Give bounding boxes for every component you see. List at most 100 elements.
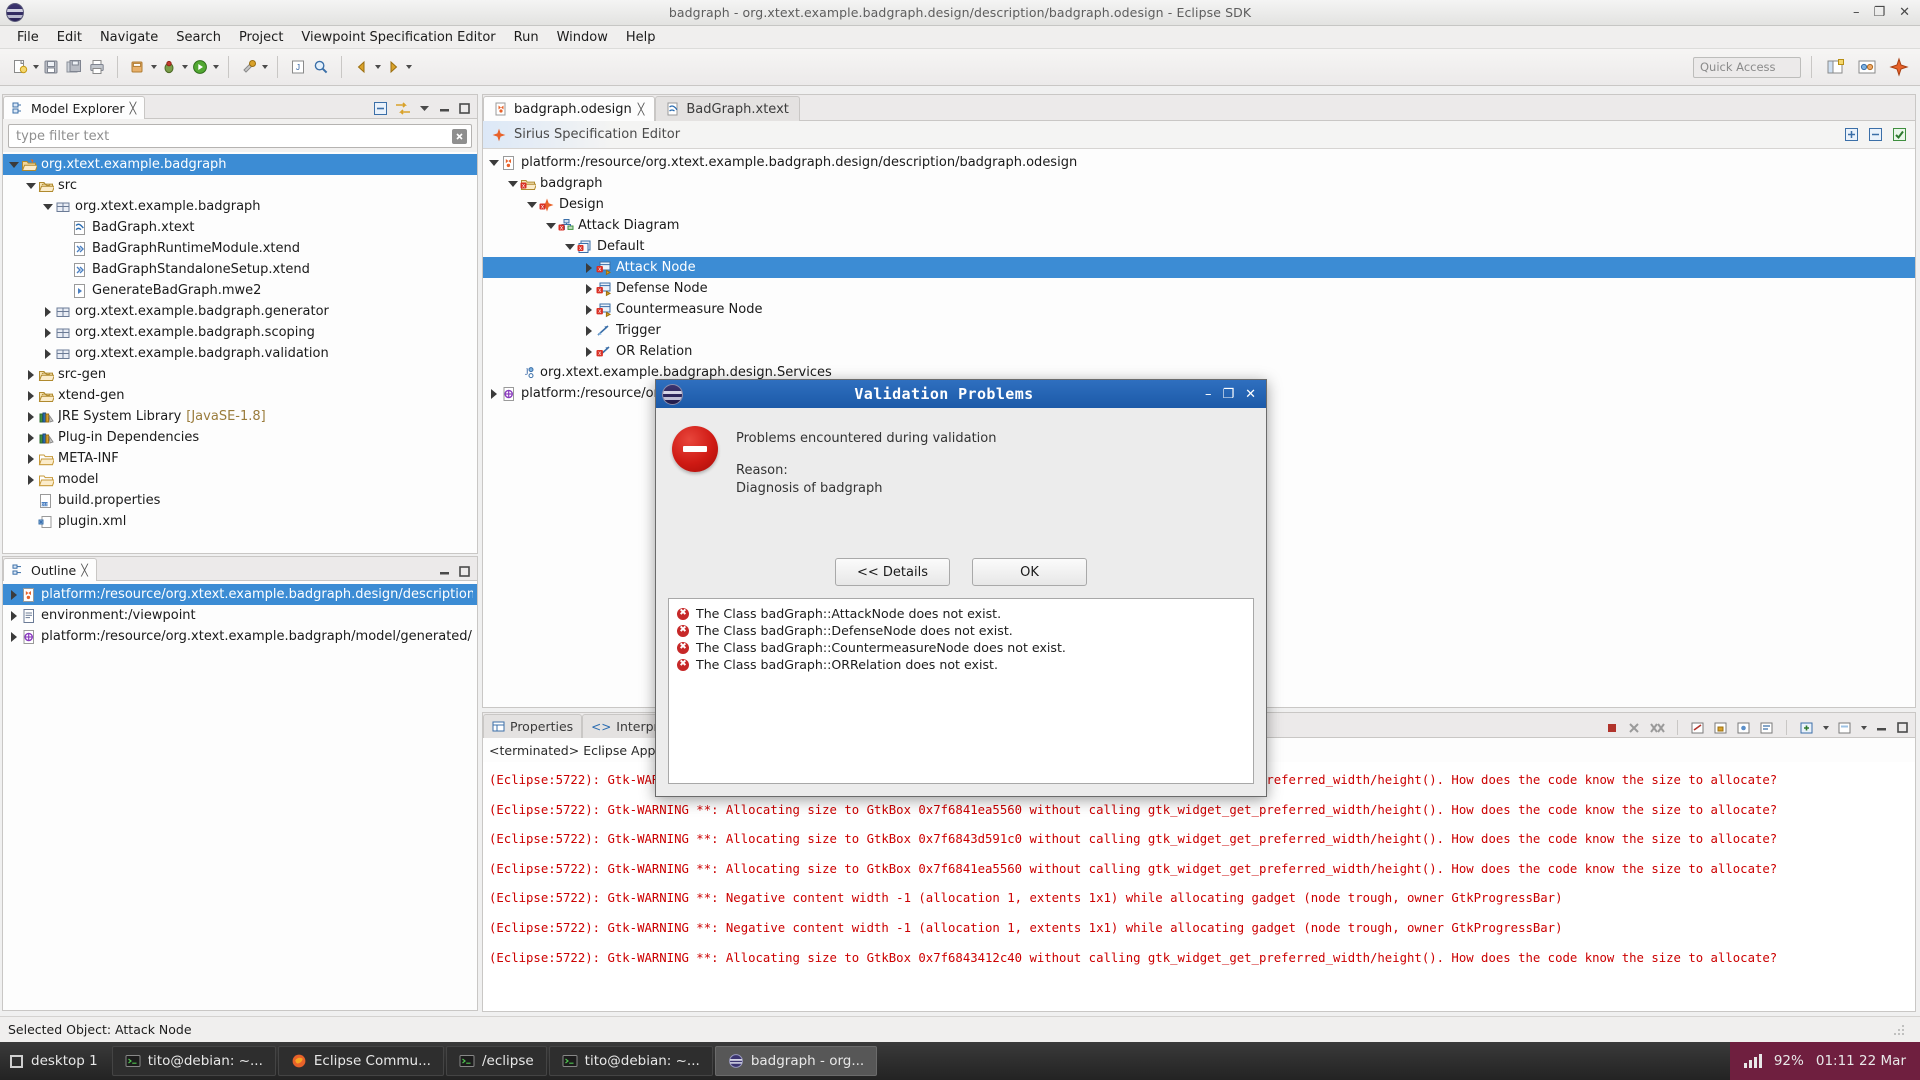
window-minimize-button[interactable]: – — [1853, 6, 1860, 19]
pin-console-icon[interactable] — [1736, 721, 1751, 735]
sirius-perspective-icon[interactable] — [1886, 54, 1912, 80]
tree-row[interactable]: 010 build.properties — [3, 490, 477, 511]
save-icon[interactable] — [40, 56, 62, 78]
tab-outline[interactable]: Outline ╳ — [3, 558, 97, 581]
dialog-close-button[interactable]: ✕ — [1245, 387, 1256, 402]
validation-problems-dialog[interactable]: Validation Problems – ❐ ✕ Problems encou… — [655, 379, 1267, 797]
menu-item-run[interactable]: Run — [505, 28, 548, 47]
menu-item-viewpoint-specification-editor[interactable]: Viewpoint Specification Editor — [292, 28, 504, 47]
expand-arrow-icon[interactable] — [24, 473, 37, 486]
model-explorer-tree[interactable]: org.xtext.example.badgraph src org.xtext.e… — [3, 152, 477, 553]
ok-button[interactable]: OK — [972, 558, 1087, 586]
outline-tree[interactable]: platform:/resource/org.xtext.example.bad… — [3, 581, 477, 1010]
collapse-arrow-icon[interactable] — [506, 177, 519, 190]
run-dropdown-icon[interactable] — [213, 65, 219, 69]
maximize-console-icon[interactable] — [1896, 721, 1909, 734]
new-wizard-dropdown-icon[interactable] — [33, 65, 39, 69]
tree-row[interactable]: BadGraphStandaloneSetup.xtend — [3, 259, 477, 280]
window-close-button[interactable]: ✕ — [1899, 6, 1910, 19]
menu-item-edit[interactable]: Edit — [48, 28, 91, 47]
expand-arrow-icon[interactable] — [24, 410, 37, 423]
display-console-dropdown-icon[interactable] — [1861, 725, 1867, 730]
expand-arrow-icon[interactable] — [24, 368, 37, 381]
filter-input[interactable]: type filter text — [16, 129, 109, 144]
menu-item-file[interactable]: File — [8, 28, 48, 47]
tree-row[interactable]: environment:/viewpoint — [3, 605, 477, 626]
open-perspective-icon[interactable] — [1822, 54, 1848, 80]
collapse-all-icon[interactable] — [373, 101, 388, 116]
back-navigation-icon[interactable] — [351, 56, 373, 78]
collapse-arrow-icon[interactable] — [563, 240, 576, 253]
tree-row[interactable]: x Attack Diagram — [483, 215, 1915, 236]
new-java-project-dropdown-icon[interactable] — [151, 65, 157, 69]
link-with-editor-icon[interactable] — [395, 101, 411, 116]
tree-row[interactable]: xtend-gen — [3, 385, 477, 406]
expand-arrow-icon[interactable] — [41, 305, 54, 318]
new-java-project-icon[interactable] — [127, 56, 149, 78]
expand-all-editor-icon[interactable] — [1844, 127, 1859, 142]
save-all-icon[interactable] — [63, 56, 85, 78]
taskbar-item[interactable]: badgraph - org... — [714, 1046, 878, 1076]
taskbar-item[interactable]: Eclipse Commu... — [277, 1046, 444, 1076]
debug-icon[interactable] — [158, 56, 180, 78]
external-tools-icon[interactable] — [238, 56, 260, 78]
tree-row[interactable]: Trigger — [483, 320, 1915, 341]
tree-row[interactable]: x Countermeasure Node — [483, 299, 1915, 320]
editor-tab-badgraph-xtext[interactable]: BadGraph.xtext — [655, 96, 800, 121]
collapse-arrow-icon[interactable] — [24, 179, 37, 192]
remove-all-launches-icon[interactable] — [1649, 721, 1665, 735]
tree-row[interactable]: src — [3, 175, 477, 196]
editor-tab-badgraph-odesign[interactable]: badgraph.odesign ╳ — [483, 96, 656, 121]
terminate-icon[interactable] — [1605, 721, 1619, 735]
validation-detail-row[interactable]: ✖ The Class badGraph::AttackNode does not… — [677, 605, 1245, 622]
tree-row[interactable]: x Attack Node — [483, 257, 1915, 278]
new-wizard-icon[interactable] — [9, 56, 31, 78]
expand-arrow-icon[interactable] — [582, 303, 595, 316]
expand-arrow-icon[interactable] — [487, 387, 500, 400]
collapse-all-editor-icon[interactable] — [1868, 127, 1883, 142]
tree-row[interactable]: org.xtext.example.badgraph — [3, 154, 477, 175]
tree-row[interactable]: platform:/resource/org.xtext.example.bad… — [3, 626, 477, 647]
back-dropdown-icon[interactable] — [375, 65, 381, 69]
editor-tab-close-icon[interactable]: ╳ — [638, 103, 645, 116]
tree-row[interactable]: BadGraph.xtext — [3, 217, 477, 238]
expand-arrow-icon[interactable] — [24, 389, 37, 402]
tree-row[interactable]: x Default — [483, 236, 1915, 257]
scroll-lock-icon[interactable] — [1713, 721, 1728, 735]
tree-row[interactable]: model — [3, 469, 477, 490]
external-tools-dropdown-icon[interactable] — [262, 65, 268, 69]
tree-row[interactable]: org.xtext.example.badgraph.generator — [3, 301, 477, 322]
modeling-perspective-icon[interactable] — [1854, 54, 1880, 80]
forward-navigation-icon[interactable] — [382, 56, 404, 78]
console-output[interactable]: (Eclipse:5722): Gtk-WARNING **: Allocati… — [483, 762, 1915, 1011]
tree-row[interactable]: platform:/resource/org.xtext.example.bad… — [3, 584, 477, 605]
menu-item-project[interactable]: Project — [230, 28, 292, 47]
expand-arrow-icon[interactable] — [24, 452, 37, 465]
details-button[interactable]: << Details — [835, 558, 950, 586]
maximize-view-icon[interactable] — [458, 102, 471, 115]
word-wrap-icon[interactable] — [1759, 721, 1774, 735]
tab-properties[interactable]: Properties — [483, 714, 583, 738]
clear-console-icon[interactable] — [1690, 721, 1705, 735]
minimize-console-icon[interactable] — [1875, 721, 1888, 734]
expand-arrow-icon[interactable] — [41, 347, 54, 360]
display-console-icon[interactable] — [1837, 721, 1852, 735]
validation-detail-row[interactable]: ✖ The Class badGraph::CountermeasureNode … — [677, 639, 1245, 656]
tree-row[interactable]: platform:/resource/org.xtext.example.bad… — [483, 152, 1915, 173]
tree-row[interactable]: x badgraph — [483, 173, 1915, 194]
print-icon[interactable] — [86, 56, 108, 78]
window-maximize-button[interactable]: ❐ — [1873, 6, 1885, 19]
tab-model-explorer[interactable]: Model Explorer ╳ — [3, 96, 146, 119]
tree-row[interactable]: org.xtext.example.badgraph — [3, 196, 477, 217]
minimize-view-icon[interactable] — [438, 102, 451, 115]
expand-arrow-icon[interactable] — [7, 588, 20, 601]
collapse-arrow-icon[interactable] — [7, 158, 20, 171]
run-icon[interactable] — [189, 56, 211, 78]
desktop-switcher[interactable]: desktop 1 — [0, 1042, 112, 1080]
outline-tab-close-icon[interactable]: ╳ — [81, 564, 88, 577]
tree-row[interactable]: x Design — [483, 194, 1915, 215]
dialog-details-list[interactable]: ✖ The Class badGraph::AttackNode does not… — [668, 598, 1254, 784]
tree-row[interactable]: BadGraphRuntimeModule.xtend — [3, 238, 477, 259]
model-explorer-filter-box[interactable]: type filter text — [8, 124, 472, 148]
open-console-icon[interactable] — [1799, 721, 1814, 735]
